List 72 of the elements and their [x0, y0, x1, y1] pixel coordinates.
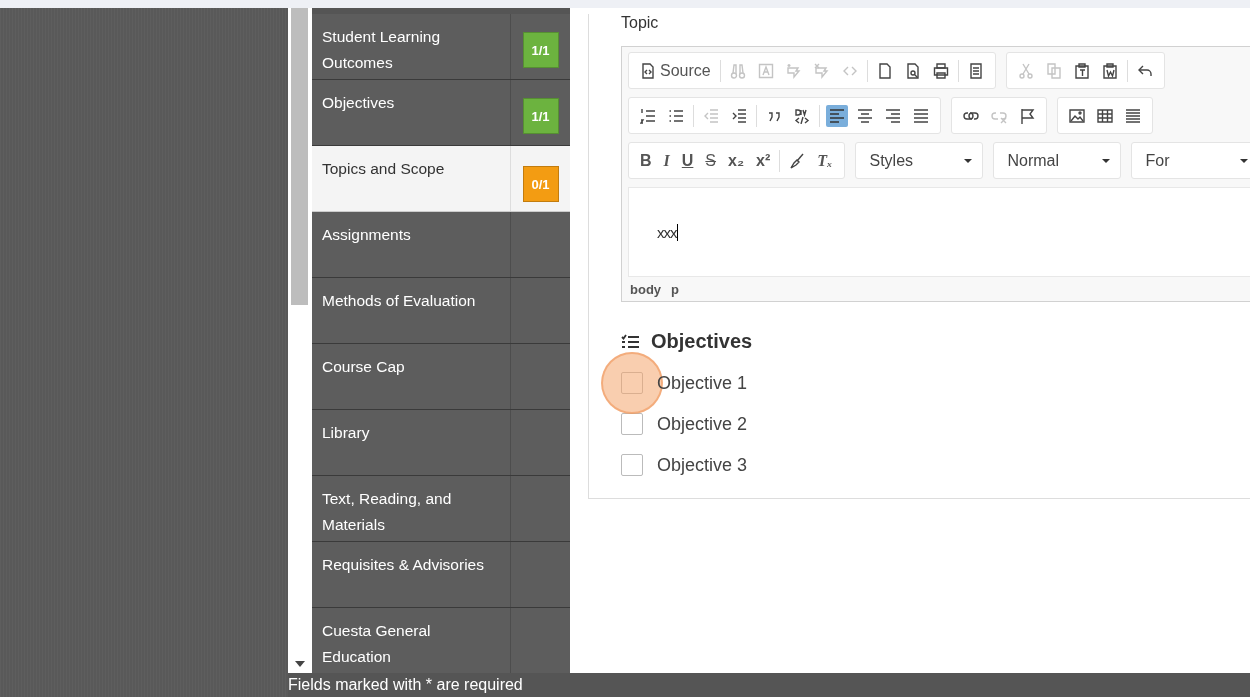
- brush-icon: [790, 152, 804, 169]
- sidebar-item[interactable]: Requisites & Advisories: [312, 542, 570, 608]
- element-path-item[interactable]: body: [630, 282, 662, 297]
- horizontal-line-icon: [1125, 108, 1141, 123]
- sidebar-item[interactable]: Assignments: [312, 212, 570, 278]
- preview-icon: [907, 62, 919, 79]
- align-left-button[interactable]: [826, 104, 848, 127]
- field-label: Topic: [621, 14, 660, 32]
- editor-content: xxx: [657, 223, 678, 241]
- bold-button[interactable]: B: [637, 148, 655, 173]
- paste-text-icon: [1075, 62, 1089, 79]
- editor-text-area[interactable]: xxx: [628, 187, 1250, 277]
- progress-badge: 1/1: [522, 32, 559, 68]
- superscript-button[interactable]: x²: [753, 148, 774, 173]
- flag-icon: [1021, 107, 1035, 124]
- align-right-icon: [885, 108, 901, 123]
- dropdown[interactable]: Normal: [992, 142, 1121, 179]
- status-text: Fields marked with * are required: [288, 676, 523, 694]
- outdent-icon: [704, 108, 719, 123]
- underline-button[interactable]: U: [678, 148, 697, 173]
- scroll-down-arrow-icon[interactable]: [295, 661, 305, 667]
- checklist-icon: [621, 333, 639, 350]
- dropdown[interactable]: Styles: [854, 142, 983, 179]
- align-left-icon: [829, 108, 845, 123]
- sidebar-item[interactable]: Objectives 1/1: [312, 80, 570, 146]
- checkbox-label: Objective 3: [657, 454, 748, 476]
- checkbox-label: Objective 2: [657, 413, 748, 435]
- clear-format-button[interactable]: Tₓ: [814, 148, 836, 173]
- progress-badge: 0/1: [522, 166, 559, 202]
- div-icon: [794, 108, 810, 124]
- checkbox[interactable]: [621, 413, 643, 435]
- sidebar-item[interactable]: Methods of Evaluation: [312, 278, 570, 344]
- caret-icon: [1239, 158, 1248, 163]
- sidebar-item[interactable]: Topics and Scope 0/1: [312, 146, 570, 212]
- new-page-icon: [879, 62, 891, 79]
- undo-icon: [1137, 64, 1152, 77]
- element-path-item[interactable]: p: [671, 282, 679, 297]
- numbered-list-icon: [640, 107, 656, 124]
- section-heading: Objectives: [651, 330, 753, 353]
- sidebar-item[interactable]: Text, Reading, and Materials: [312, 476, 570, 542]
- source-icon: [642, 62, 654, 79]
- unlink-icon: [991, 111, 1007, 124]
- dropdown[interactable]: For: [1130, 142, 1250, 179]
- quote-icon: [768, 111, 780, 122]
- table-icon: [1097, 108, 1113, 123]
- checkbox[interactable]: [621, 372, 643, 394]
- copy-icon: [1047, 62, 1061, 79]
- templates-icon: [970, 62, 982, 79]
- sidebar-item[interactable]: Cuesta General Education: [312, 608, 570, 673]
- find-icon: [730, 63, 745, 79]
- italic-button[interactable]: I: [660, 148, 673, 173]
- subscript-button[interactable]: x₂: [725, 148, 748, 173]
- caret-icon: [1101, 158, 1110, 163]
- sidebar-item[interactable]: Course Cap: [312, 344, 570, 410]
- code-icon: [842, 65, 857, 76]
- justify-icon: [913, 108, 929, 123]
- cut-icon: [1019, 62, 1033, 79]
- align-center-icon: [857, 108, 873, 123]
- print-icon: [933, 62, 948, 79]
- link-icon: [963, 111, 979, 120]
- image-icon: [1069, 108, 1085, 123]
- source-button[interactable]: Source: [637, 58, 714, 83]
- checkbox[interactable]: [621, 454, 643, 476]
- sidebar-item[interactable]: Student Learning Outcomes 1/1: [312, 14, 570, 80]
- caret-icon: [963, 158, 972, 163]
- sidebar-item[interactable]: Library: [312, 410, 570, 476]
- bulleted-list-icon: [668, 109, 684, 122]
- indent-icon: [732, 108, 747, 123]
- strike-button[interactable]: S: [702, 148, 720, 173]
- progress-badge: 1/1: [522, 98, 559, 134]
- select-all-icon: [758, 63, 773, 78]
- paste-word-icon: [1103, 62, 1117, 79]
